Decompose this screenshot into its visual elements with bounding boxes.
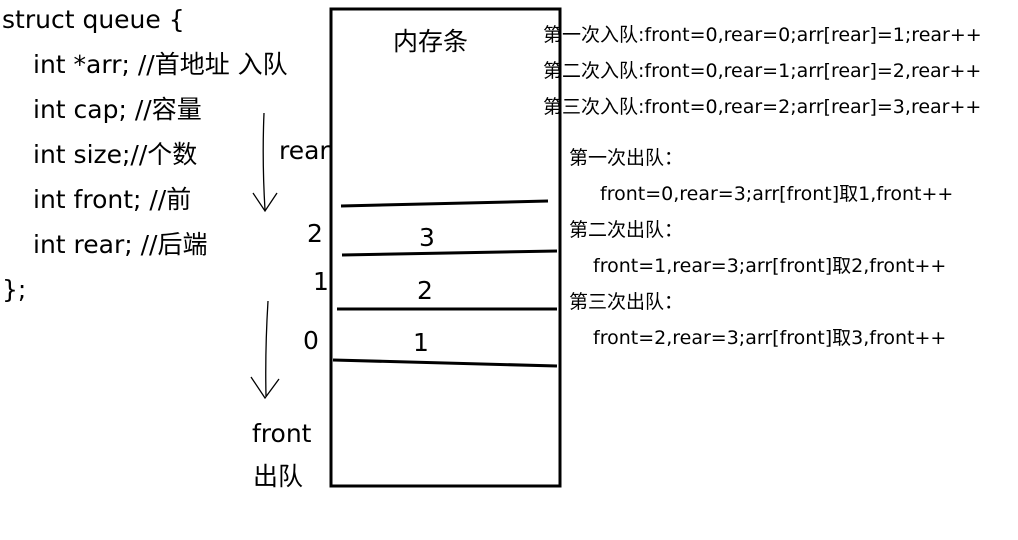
enqueue-note-1: 第一次入队:front=0,rear=0;arr[rear]=1;rear++ xyxy=(543,24,982,46)
memory-title: 内存条 xyxy=(393,27,469,56)
dequeue-note-3-detail: front=2,rear=3;arr[front]取3,front++ xyxy=(593,327,947,349)
memory-strip xyxy=(329,7,562,488)
dequeue-label: 出队 xyxy=(253,462,304,491)
enqueue-note-3: 第三次入队:front=0,rear=2;arr[rear]=3,rear++ xyxy=(543,96,982,118)
dequeue-note-2-title: 第二次出队： xyxy=(569,219,684,241)
slot-divider-0 xyxy=(332,358,558,368)
dequeue-note-2-detail: front=1,rear=3;arr[front]取2,front++ xyxy=(593,255,947,277)
index-label-1: 1 xyxy=(313,267,329,296)
enqueue-note-2: 第二次入队:front=0,rear=1;arr[rear]=2,rear++ xyxy=(543,60,982,82)
dequeue-note-1-title: 第一次出队： xyxy=(569,147,684,169)
slot-value-1: 1 xyxy=(413,328,429,357)
front-arrow-icon xyxy=(265,300,269,397)
dequeue-note-1-detail: front=0,rear=3;arr[front]取1,front++ xyxy=(600,183,954,205)
index-label-2: 2 xyxy=(307,219,323,248)
index-label-0: 0 xyxy=(303,326,319,355)
slot-divider-2 xyxy=(341,249,558,257)
rear-arrow-icon xyxy=(262,112,266,211)
front-pointer-label: front xyxy=(252,419,312,448)
slot-value-2: 2 xyxy=(417,276,433,305)
rear-pointer-label: rear xyxy=(279,136,330,165)
dequeue-note-3-title: 第三次出队： xyxy=(569,291,684,313)
slot-divider-top xyxy=(340,199,549,208)
slot-value-3: 3 xyxy=(419,223,435,252)
